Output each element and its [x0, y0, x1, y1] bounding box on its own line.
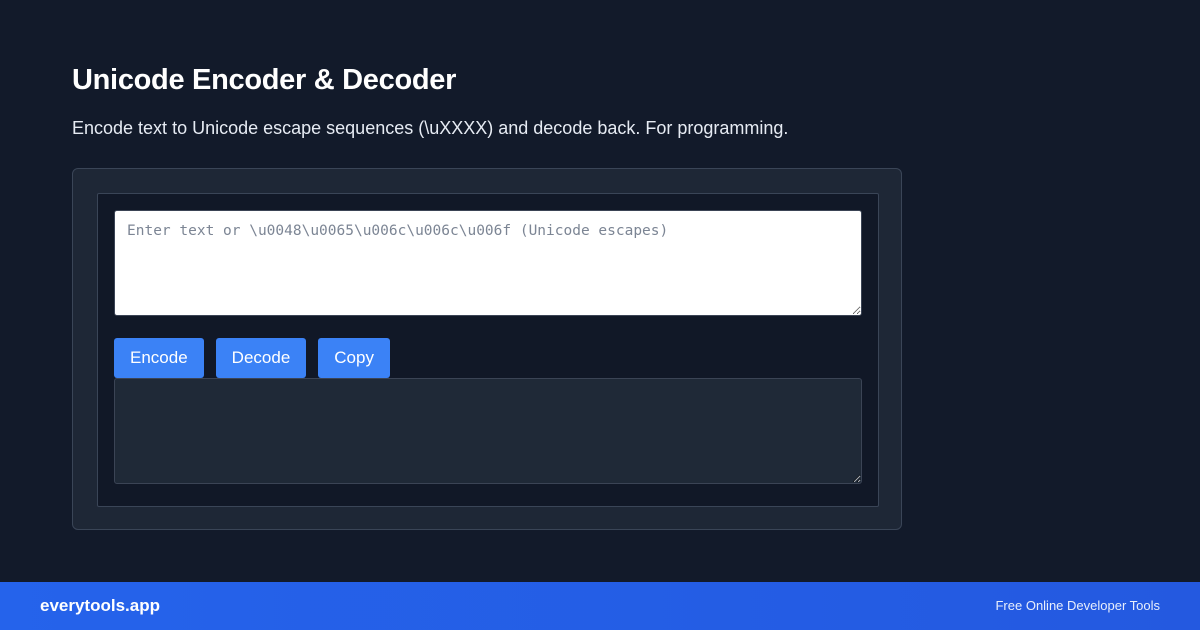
action-buttons: Encode Decode Copy — [114, 338, 390, 378]
brand-logo-text[interactable]: everytools.app — [40, 596, 160, 616]
page: Unicode Encoder & Decoder Encode text to… — [0, 0, 1200, 630]
input-textarea[interactable] — [114, 210, 862, 316]
tool-panel: Encode Decode Copy — [97, 193, 879, 507]
encode-button[interactable]: Encode — [114, 338, 204, 378]
output-textarea[interactable] — [114, 378, 862, 484]
footer-tagline: Free Online Developer Tools — [995, 598, 1160, 613]
copy-button[interactable]: Copy — [318, 338, 390, 378]
decode-button[interactable]: Decode — [215, 338, 307, 378]
page-title: Unicode Encoder & Decoder — [72, 64, 457, 96]
footer-bar: everytools.app Free Online Developer Too… — [0, 582, 1200, 630]
page-subtitle: Encode text to Unicode escape sequences … — [72, 118, 789, 138]
tool-card: Encode Decode Copy — [72, 168, 902, 530]
